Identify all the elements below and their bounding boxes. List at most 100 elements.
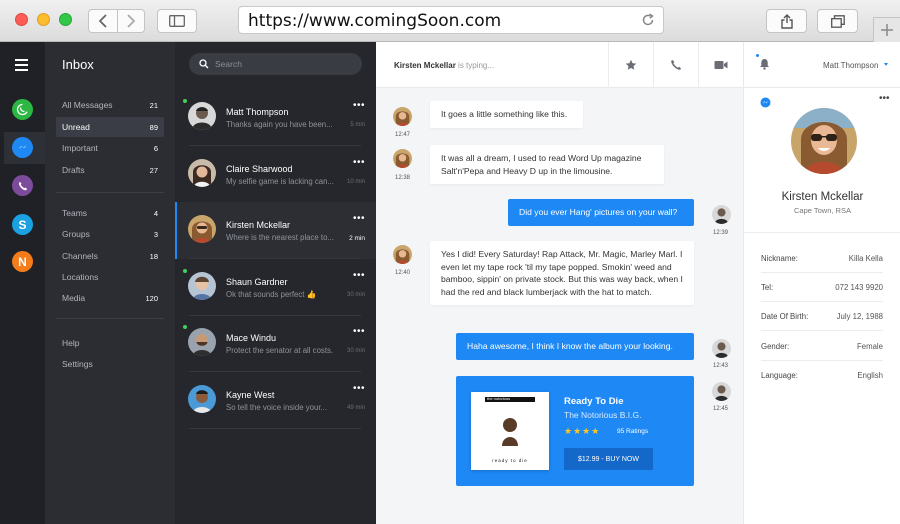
minimize-window-button[interactable] [37, 13, 50, 26]
bell-icon[interactable] [759, 58, 770, 73]
folder-unread[interactable]: Unread 89 [56, 117, 164, 137]
more-icon[interactable]: ••• [353, 384, 365, 394]
more-icon[interactable]: ••• [879, 94, 890, 104]
conversation-item[interactable]: Matt Thompson Thanks again you have been… [175, 89, 376, 146]
detail-language: Language: English [761, 361, 883, 390]
conversation-preview: Where is the nearest place to... [226, 233, 334, 242]
message-bubble-outgoing: Haha awesome, I think I know the album y… [456, 333, 694, 360]
url-text: https://www.comingSoon.com [248, 11, 502, 31]
folder-label: Media [62, 293, 86, 303]
folder-drafts[interactable]: Drafts 27 [56, 160, 164, 180]
tabs-button[interactable] [817, 9, 858, 33]
sidebar-toggle-button[interactable] [157, 9, 197, 33]
folder-count: 6 [153, 143, 158, 153]
folder-channels[interactable]: Channels 18 [56, 246, 164, 266]
viber-icon[interactable] [12, 175, 33, 196]
chevron-down-icon[interactable] [884, 63, 888, 66]
profile-header: Matt Thompson [744, 42, 900, 88]
folder-teams[interactable]: Teams 4 [56, 203, 164, 223]
detail-value: English [857, 371, 883, 380]
maximize-window-button[interactable] [59, 13, 72, 26]
detail-label: Nickname: [761, 253, 798, 263]
star-icon [625, 59, 637, 70]
folder-important[interactable]: Important 6 [56, 138, 164, 158]
close-window-button[interactable] [15, 13, 28, 26]
folder-label: Channels [62, 251, 98, 261]
message-time: 12:47 [395, 132, 411, 138]
search-input[interactable] [215, 57, 350, 71]
message-avatar [712, 382, 731, 401]
tabs-icon [830, 14, 845, 28]
conversation-time: 10 min [346, 179, 365, 185]
folder-divider [56, 318, 164, 319]
conversation-name: Kirsten Mckellar [226, 220, 291, 230]
more-icon[interactable]: ••• [353, 101, 365, 111]
current-user-name[interactable]: Matt Thompson [823, 61, 878, 70]
message-avatar [393, 149, 412, 168]
n-app-icon[interactable]: N [12, 251, 33, 272]
folder-divider [56, 192, 164, 193]
reload-icon[interactable] [641, 13, 655, 30]
help-link[interactable]: Help [56, 333, 164, 353]
forward-button[interactable] [117, 9, 145, 33]
online-indicator [183, 325, 187, 329]
folder-label: All Messages [62, 100, 113, 110]
folder-label: Groups [62, 229, 90, 239]
message-avatar [393, 245, 412, 264]
detail-value: 072 143 9920 [835, 282, 883, 292]
conversation-item[interactable]: Mace Windu Protect the senator at all co… [175, 315, 376, 372]
video-call-button[interactable] [698, 42, 743, 88]
chat-header: Kirsten Mckellar is typing... [376, 42, 743, 88]
conversation-item[interactable]: Claire Sharwood My selfie game is lackin… [175, 146, 376, 203]
address-bar[interactable]: https://www.comingSoon.com [238, 6, 664, 34]
more-icon[interactable]: ••• [353, 214, 365, 224]
folder-label: Unread [62, 122, 90, 132]
message-time: 12:40 [395, 270, 411, 276]
share-button[interactable] [766, 9, 807, 33]
conversation-item[interactable]: Kayne West So tell the voice inside your… [175, 372, 376, 429]
skype-icon[interactable]: S [12, 214, 33, 235]
folder-label: Important [62, 143, 98, 153]
whatsapp-icon[interactable] [12, 99, 33, 120]
online-indicator [183, 269, 187, 273]
menu-icon[interactable] [15, 59, 28, 74]
new-tab-button[interactable] [873, 17, 900, 42]
album-title: Ready To Die [564, 396, 624, 407]
album-artist: The Notorious B.I.G. [564, 410, 642, 420]
album-price: $12.99 [578, 455, 600, 463]
detail-label: Date Of Birth: [761, 311, 809, 321]
message-time: 12:43 [713, 363, 729, 369]
avatar [188, 102, 216, 130]
message-avatar [393, 107, 412, 126]
conversation-name: Kayne West [226, 390, 275, 400]
folder-locations[interactable]: Locations [56, 267, 164, 287]
more-icon[interactable]: ••• [353, 327, 365, 337]
settings-link[interactable]: Settings [56, 354, 164, 374]
conversation-item[interactable]: Shaun Gardner Ok that sounds perfect 👍 3… [175, 259, 376, 316]
detail-label: Tel: [761, 282, 774, 292]
baby-icon [502, 418, 518, 446]
album-card[interactable]: the notorious ready to die Ready To Die … [456, 376, 694, 486]
folder-groups[interactable]: Groups 3 [56, 224, 164, 244]
more-icon[interactable]: ••• [353, 158, 365, 168]
conversation-item[interactable]: Kirsten Mckellar Where is the nearest pl… [175, 202, 376, 259]
message-time: 12:39 [713, 230, 729, 236]
avatar [188, 215, 216, 243]
back-button[interactable] [88, 9, 118, 33]
buy-now-button[interactable]: $12.99 - BUY NOW [564, 448, 653, 470]
more-icon[interactable]: ••• [353, 271, 365, 281]
conversation-preview: Protect the senator at all costs. [226, 346, 334, 355]
phone-icon [671, 60, 681, 70]
message-time: 12:45 [713, 406, 729, 412]
typing-suffix: is typing... [455, 61, 495, 70]
call-button[interactable] [653, 42, 698, 88]
detail-tel: Tel: 072 143 9920 [761, 273, 883, 302]
favorite-button[interactable] [608, 42, 653, 88]
folder-media[interactable]: Media 120 [56, 288, 164, 308]
conversation-time: 30 min [346, 348, 365, 354]
messenger-icon[interactable] [12, 137, 33, 158]
message-avatar [712, 205, 731, 224]
folder-label: Help [62, 338, 80, 348]
folder-all-messages[interactable]: All Messages 21 [56, 95, 164, 115]
browser-toolbar: https://www.comingSoon.com [0, 0, 900, 42]
